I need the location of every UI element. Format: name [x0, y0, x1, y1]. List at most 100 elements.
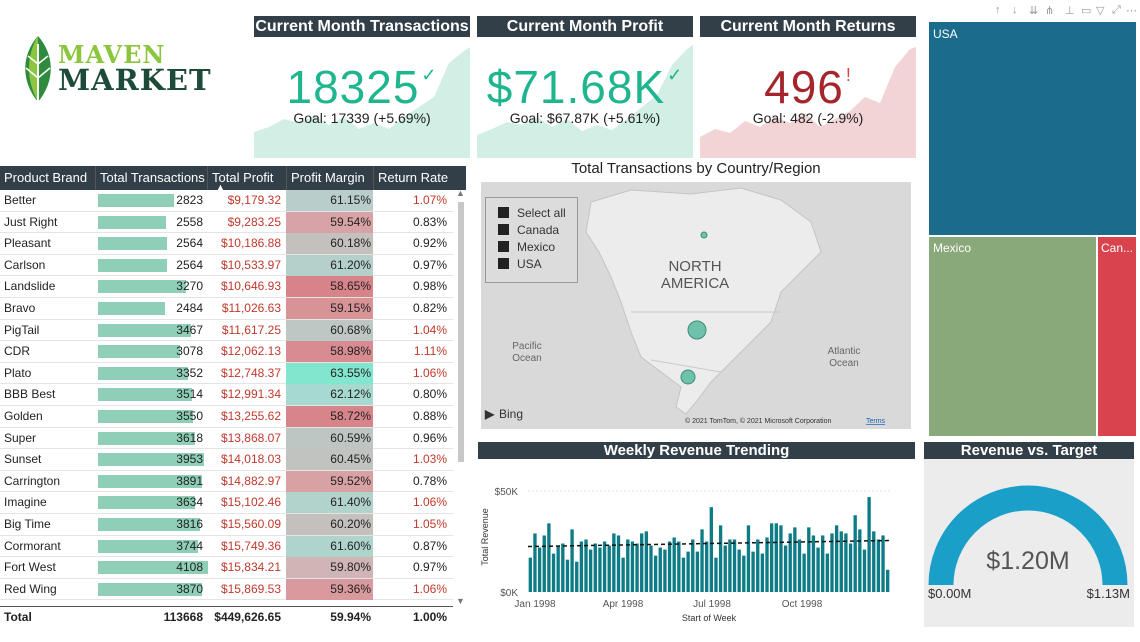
- weekly-bar[interactable]: [732, 539, 737, 592]
- legend-item-canada[interactable]: Canada: [498, 223, 559, 237]
- weekly-bar[interactable]: [537, 547, 542, 592]
- weekly-bar[interactable]: [886, 569, 890, 592]
- brand-table[interactable]: Product Brand Total Transactions Total P…: [0, 166, 466, 626]
- weekly-bar[interactable]: [667, 541, 672, 593]
- weekly-bar[interactable]: [811, 535, 816, 592]
- weekly-bar[interactable]: [593, 543, 597, 592]
- weekly-bar[interactable]: [584, 539, 588, 592]
- country-treemap[interactable]: USA Mexico Can...: [929, 22, 1136, 436]
- table-row[interactable]: Golden 3550 $13,255.62 58.72% 0.88%: [0, 406, 453, 428]
- drill-down-icon[interactable]: ↓: [1012, 4, 1018, 16]
- weekly-bar[interactable]: [658, 547, 662, 592]
- weekly-bar[interactable]: [649, 545, 653, 592]
- weekly-bar[interactable]: [686, 551, 690, 592]
- treemap-tile-canada[interactable]: Can...: [1098, 237, 1136, 436]
- weekly-bar[interactable]: [709, 507, 713, 592]
- filter-icon[interactable]: ▽: [1096, 4, 1104, 17]
- weekly-bar[interactable]: [635, 543, 639, 592]
- weekly-bar[interactable]: [844, 533, 848, 592]
- weekly-bar[interactable]: [681, 557, 686, 592]
- map-legend[interactable]: Select all Canada Mexico USA: [485, 197, 578, 283]
- pin-icon[interactable]: ⊥: [1065, 4, 1075, 17]
- col-header-transactions[interactable]: Total Transactions: [95, 166, 207, 190]
- weekly-bar[interactable]: [760, 553, 765, 592]
- weekly-bar[interactable]: [853, 515, 857, 592]
- weekly-bar[interactable]: [705, 541, 709, 593]
- weekly-bar[interactable]: [742, 555, 746, 592]
- weekly-bar[interactable]: [723, 545, 727, 592]
- weekly-bar[interactable]: [607, 545, 611, 592]
- weekly-bar[interactable]: [677, 541, 681, 593]
- col-header-profit[interactable]: Total Profit ▲: [207, 166, 286, 192]
- weekly-bar[interactable]: [663, 549, 667, 592]
- table-row[interactable]: PigTail 3467 $11,617.25 60.68% 1.04%: [0, 319, 453, 342]
- col-header-margin[interactable]: Profit Margin: [286, 166, 373, 190]
- expand-down-icon[interactable]: ⇊: [1029, 4, 1038, 17]
- weekly-bar[interactable]: [793, 527, 797, 592]
- table-row[interactable]: Fort West 4108 $15,834.21 59.80% 0.97%: [0, 557, 453, 579]
- weekly-bar[interactable]: [630, 541, 635, 593]
- treemap-tile-mexico[interactable]: Mexico: [929, 237, 1096, 436]
- weekly-bar[interactable]: [756, 539, 760, 592]
- weekly-bar[interactable]: [695, 551, 700, 592]
- weekly-bar[interactable]: [570, 529, 574, 592]
- weekly-bar[interactable]: [728, 539, 732, 592]
- weekly-bar[interactable]: [714, 557, 718, 592]
- weekly-bar[interactable]: [779, 525, 783, 592]
- table-row[interactable]: Bravo 2484 $11,026.63 59.15% 0.82%: [0, 298, 453, 320]
- weekly-bar[interactable]: [769, 523, 774, 592]
- col-header-return-rate[interactable]: Return Rate: [373, 166, 453, 190]
- kpi-card-profit[interactable]: Current Month Profit $71.68K ✓ Goal: $67.…: [477, 16, 693, 158]
- weekly-bar[interactable]: [881, 535, 885, 592]
- weekly-bar[interactable]: [556, 545, 560, 592]
- table-row[interactable]: Super 3618 $13,868.07 60.59% 0.96%: [0, 427, 453, 450]
- weekly-bar[interactable]: [797, 539, 802, 592]
- weekly-bar[interactable]: [551, 553, 556, 592]
- weekly-bar[interactable]: [565, 559, 570, 592]
- table-scrollbar[interactable]: ▲ ▼: [456, 188, 466, 608]
- weekly-bar[interactable]: [876, 539, 881, 592]
- kpi-card-transactions[interactable]: Current Month Transactions 18325 ✓ Goal: …: [254, 16, 470, 158]
- weekly-bar[interactable]: [653, 555, 658, 592]
- table-row[interactable]: Carlson 2564 $10,533.97 61.20% 0.97%: [0, 254, 453, 277]
- weekly-bar[interactable]: [774, 523, 778, 592]
- table-row[interactable]: BBB Best 3514 $12,991.34 62.12% 0.80%: [0, 384, 453, 406]
- weekly-bar[interactable]: [616, 535, 621, 592]
- weekly-bar[interactable]: [561, 543, 565, 592]
- kpi-card-returns[interactable]: Current Month Returns 496! Goal: 482 (-2…: [700, 16, 916, 158]
- visual-toolbar[interactable]: ↑ ↓ ⇊ ⋔ ⊥ ▭ ▽ ⤢ ⋯: [995, 4, 1137, 18]
- weekly-bar[interactable]: [821, 535, 825, 592]
- table-row[interactable]: Imagine 3634 $15,102.46 61.40% 1.06%: [0, 492, 453, 514]
- weekly-bar[interactable]: [816, 547, 820, 592]
- table-row[interactable]: CDR 3078 $12,062.13 58.98% 1.11%: [0, 341, 453, 363]
- weekly-bar[interactable]: [848, 543, 853, 592]
- weekly-bar[interactable]: [862, 549, 867, 592]
- weekly-bar[interactable]: [547, 523, 551, 592]
- table-row[interactable]: Cormorant 3744 $15,749.36 61.60% 0.87%: [0, 535, 453, 558]
- weekly-bar[interactable]: [746, 525, 751, 592]
- col-header-brand[interactable]: Product Brand: [0, 166, 95, 190]
- weekly-bar[interactable]: [626, 539, 630, 592]
- weekly-revenue-chart[interactable]: Total Revenue $50K $0K Jan 1998 Apr 1998…: [478, 459, 915, 627]
- copy-icon[interactable]: ▭: [1081, 4, 1091, 17]
- revenue-target-gauge[interactable]: $1.20M $0.00M $1.13M: [924, 459, 1134, 627]
- weekly-bar[interactable]: [579, 541, 584, 593]
- weekly-bar[interactable]: [588, 549, 593, 592]
- weekly-bar[interactable]: [621, 557, 625, 592]
- weekly-bar[interactable]: [700, 529, 704, 592]
- weekly-bar[interactable]: [612, 533, 616, 592]
- more-options-icon[interactable]: ⋯: [1126, 4, 1137, 17]
- weekly-bar[interactable]: [834, 525, 839, 592]
- table-row[interactable]: Landslide 3270 $10,646.93 58.65% 0.98%: [0, 276, 453, 298]
- weekly-bar[interactable]: [602, 541, 607, 593]
- weekly-bar[interactable]: [867, 497, 871, 592]
- table-row[interactable]: Just Right 2558 $9,283.25 59.54% 0.83%: [0, 211, 453, 234]
- weekly-bar[interactable]: [528, 557, 532, 592]
- focus-mode-icon[interactable]: ⤢: [1112, 4, 1121, 17]
- weekly-bar[interactable]: [825, 553, 830, 592]
- table-row[interactable]: Better 2823 $9,179.32 61.15% 1.07%: [0, 190, 453, 212]
- weekly-bar[interactable]: [575, 561, 579, 592]
- table-row[interactable]: Red Wing 3870 $15,869.53 59.36% 1.06%: [0, 578, 453, 601]
- legend-item-select-all[interactable]: Select all: [498, 206, 566, 220]
- weekly-bar[interactable]: [644, 531, 649, 592]
